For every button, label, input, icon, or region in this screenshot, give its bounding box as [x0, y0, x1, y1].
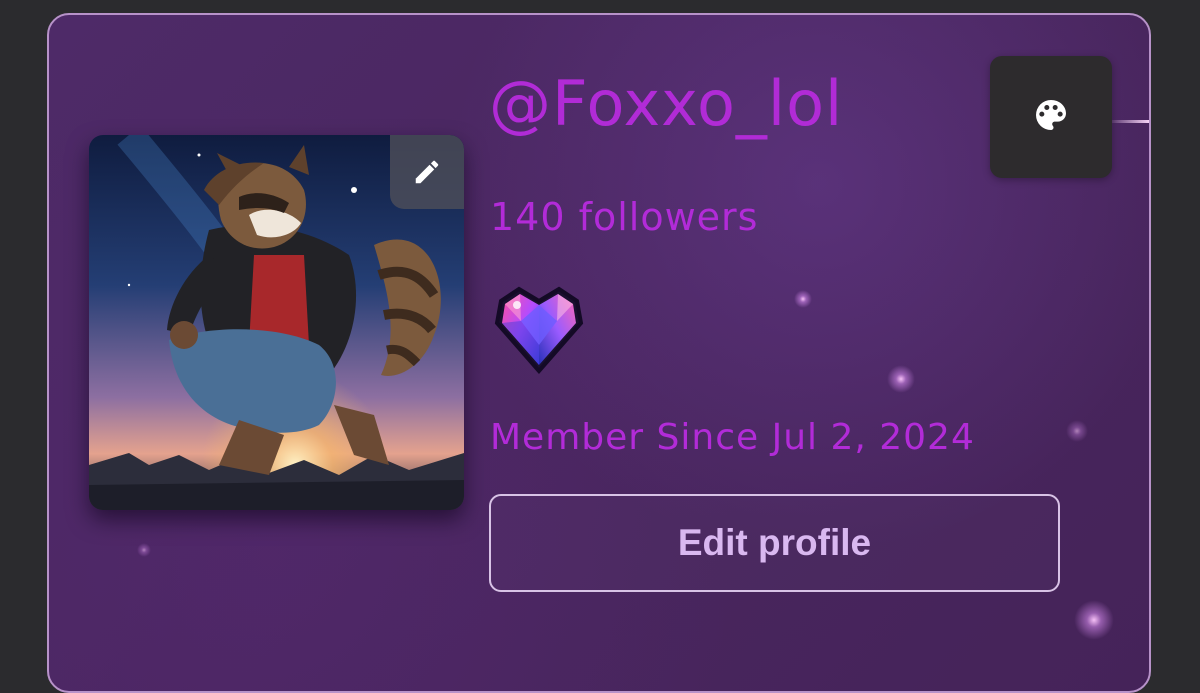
edit-profile-label: Edit profile	[677, 522, 872, 563]
pencil-icon	[412, 157, 442, 187]
card-accent-line	[1107, 120, 1149, 123]
followers-count[interactable]: 140 followers	[490, 198, 758, 236]
profile-username: @Foxxo_lol	[489, 67, 844, 140]
sparkle-decoration	[1066, 420, 1088, 442]
sparkle-decoration	[137, 543, 151, 557]
edit-avatar-button[interactable]	[390, 135, 464, 209]
profile-card: @Foxxo_lol 140 followers Member Since Ju…	[47, 13, 1151, 693]
sparkle-decoration	[887, 365, 915, 393]
theme-button[interactable]	[990, 56, 1112, 178]
sparkle-decoration	[794, 290, 812, 308]
sparkle-decoration	[1074, 600, 1114, 640]
gem-heart-icon	[491, 283, 587, 375]
profile-avatar	[89, 135, 464, 510]
palette-icon	[1031, 95, 1071, 139]
edit-profile-button[interactable]: Edit profile	[489, 494, 1060, 592]
member-since-date: Member Since Jul 2, 2024	[490, 417, 975, 458]
